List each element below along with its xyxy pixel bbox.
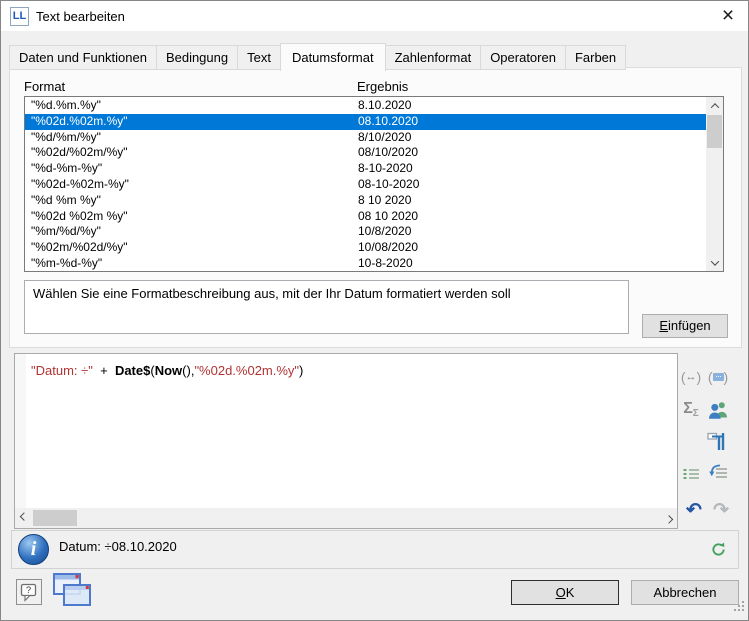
tab-zahlenformat[interactable]: Zahlenformat (386, 45, 482, 70)
datumsformat-panel: Format Ergebnis "%d.%m.%y"8.10.2020 "%02… (9, 67, 742, 348)
format-cell: "%d-%m-%y" (25, 161, 358, 177)
tab-text[interactable]: Text (238, 45, 281, 70)
formula-token: Date$ (115, 363, 150, 378)
editor-margin (15, 354, 26, 508)
result-cell: 8/10/2020 (358, 130, 706, 146)
preview-windows-icon[interactable] (47, 571, 93, 616)
variables-people-icon[interactable] (706, 397, 730, 421)
format-cell: "%02d-%02m-%y" (25, 177, 358, 193)
format-cell: "%d.%m.%y" (25, 98, 358, 114)
window-title: Text bearbeiten (36, 9, 125, 24)
result-cell: 8.10.2020 (358, 98, 706, 114)
horizontal-scrollbar[interactable] (15, 508, 677, 528)
list-item[interactable]: "%m-%d-%y"10-8-2020 (25, 256, 706, 272)
insert-button[interactable]: Einfügen (642, 314, 728, 338)
list-item[interactable]: "%d-%m-%y"8-10-2020 (25, 161, 706, 177)
close-icon[interactable]: × (714, 2, 742, 30)
result-cell: 10-8-2020 (358, 256, 706, 272)
result-cell: 08/10/2020 (358, 145, 706, 161)
info-icon: i (18, 534, 49, 565)
vertical-scrollbar-thumb[interactable] (707, 115, 722, 148)
format-cell: "%d %m %y" (25, 193, 358, 209)
tab-bedingung[interactable]: Bedingung (157, 45, 238, 70)
help-button[interactable]: ? (16, 579, 42, 605)
tab-farben[interactable]: Farben (566, 45, 626, 70)
parentheses-box-icon[interactable]: (···) (706, 365, 730, 389)
tab-operatoren[interactable]: Operatoren (481, 45, 566, 70)
format-cell: "%02d %02m %y" (25, 209, 358, 225)
horizontal-scrollbar-thumb[interactable] (33, 510, 77, 526)
format-cell: "%m/%d/%y" (25, 224, 358, 240)
result-cell: 10/8/2020 (358, 224, 706, 240)
titlebar: LL Text bearbeiten × (1, 1, 748, 31)
list-item[interactable]: "%02m/%02d/%y"10/08/2020 (25, 240, 706, 256)
formula-text: "Datum: ÷" + Date$(Now(),"%02d.%02m.%y") (31, 363, 303, 378)
scroll-right-icon[interactable] (660, 509, 677, 526)
refresh-icon[interactable] (711, 542, 726, 562)
format-rows: "%d.%m.%y"8.10.2020 "%02d.%02m.%y"08.10.… (25, 98, 706, 272)
insert-field-icon[interactable] (706, 429, 730, 453)
format-listbox[interactable]: "%d.%m.%y"8.10.2020 "%02d.%02m.%y"08.10.… (24, 96, 724, 272)
column-header-format: Format (24, 79, 65, 94)
format-cell: "%02d/%02m/%y" (25, 145, 358, 161)
tab-daten-und-funktionen[interactable]: Daten und Funktionen (9, 45, 157, 70)
scroll-up-icon[interactable] (706, 97, 723, 114)
format-cell: "%d/%m/%y" (25, 130, 358, 146)
svg-text:?: ? (26, 585, 31, 596)
wrap-list-icon[interactable] (706, 460, 730, 484)
formula-token: Now (155, 363, 182, 378)
format-cell: "%02d.%02m.%y" (25, 114, 358, 130)
vertical-scrollbar[interactable] (706, 97, 723, 271)
redo-icon[interactable]: ↷ (709, 498, 733, 522)
scroll-left-icon[interactable] (15, 509, 32, 526)
formula-token: ) (299, 363, 303, 378)
parentheses-arrow-icon[interactable]: (↔) (679, 365, 703, 389)
result-cell: 8 10 2020 (358, 193, 706, 209)
list-item[interactable]: "%02d %02m %y"08 10 2020 (25, 209, 706, 225)
scroll-down-icon[interactable] (706, 254, 723, 271)
list-item[interactable]: "%m/%d/%y"10/8/2020 (25, 224, 706, 240)
format-description: Wählen Sie eine Formatbeschreibung aus, … (24, 280, 629, 334)
help-bubble-icon: ? (20, 583, 38, 602)
result-cell: 8-10-2020 (358, 161, 706, 177)
list-item-selected[interactable]: "%02d.%02m.%y"08.10.2020 (25, 114, 706, 130)
formula-editor[interactable]: "Datum: ÷" + Date$(Now(),"%02d.%02m.%y") (14, 353, 678, 529)
format-cell: "%02m/%02d/%y" (25, 240, 358, 256)
formula-token: "Datum: ÷" (31, 363, 93, 378)
result-cell: 08.10.2020 (358, 114, 706, 130)
result-cell: 08 10 2020 (358, 209, 706, 225)
function-list-icon[interactable] (679, 462, 703, 486)
list-item[interactable]: "%02d-%02m-%y"08-10-2020 (25, 177, 706, 193)
column-header-ergebnis: Ergebnis (357, 79, 408, 94)
list-item[interactable]: "%02d/%02m/%y"08/10/2020 (25, 145, 706, 161)
ok-button[interactable]: OK (511, 580, 619, 605)
list-item[interactable]: "%d/%m/%y"8/10/2020 (25, 130, 706, 146)
tab-bar: Daten und Funktionen Bedingung Text Datu… (9, 43, 626, 70)
formula-token: (), (182, 363, 194, 378)
formula-token: "%02d.%02m.%y" (194, 363, 299, 378)
formula-token: + (93, 363, 115, 378)
result-text: Datum: ÷08.10.2020 (59, 539, 177, 554)
result-cell: 08-10-2020 (358, 177, 706, 193)
result-cell: 10/08/2020 (358, 240, 706, 256)
list-item[interactable]: "%d.%m.%y"8.10.2020 (25, 98, 706, 114)
undo-icon[interactable]: ↶ (682, 498, 706, 522)
format-cell: "%m-%d-%y" (25, 256, 358, 272)
cancel-button[interactable]: Abbrechen (631, 580, 739, 605)
result-bar: i Datum: ÷08.10.2020 (11, 530, 739, 569)
resize-grip[interactable] (733, 600, 746, 618)
app-icon: LL (10, 7, 29, 26)
edit-text-dialog: LL Text bearbeiten × Daten und Funktione… (0, 0, 749, 621)
sum-functions-icon[interactable]: ΣΣ (679, 397, 703, 421)
tab-datumsformat[interactable]: Datumsformat (280, 43, 386, 71)
list-item[interactable]: "%d %m %y"8 10 2020 (25, 193, 706, 209)
